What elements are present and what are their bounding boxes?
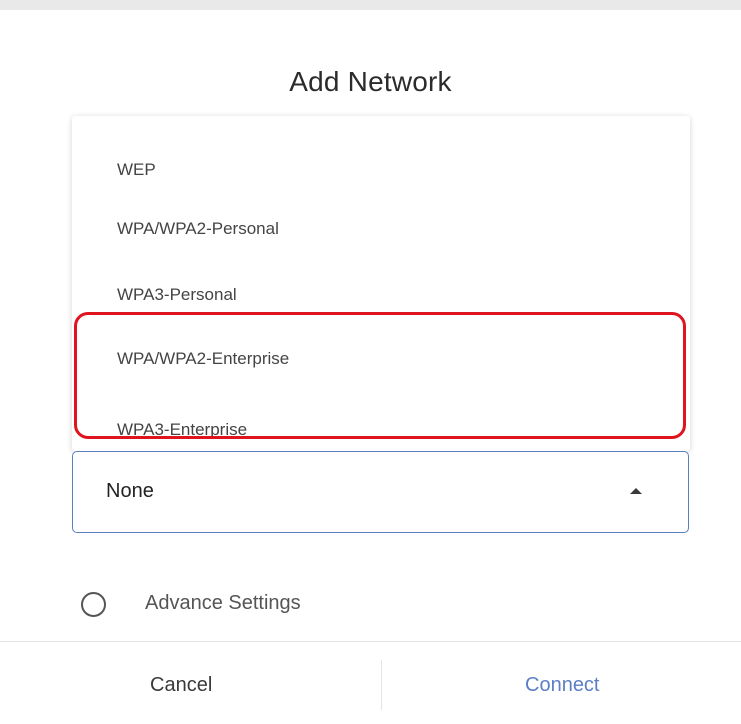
connect-button[interactable]: Connect: [525, 674, 600, 697]
arrow-up-icon: [630, 488, 642, 494]
menu-item-wpa-wpa2-enterprise[interactable]: WPA/WPA2-Enterprise: [117, 349, 289, 369]
cancel-button[interactable]: Cancel: [150, 674, 212, 697]
menu-item-wpa-wpa2-personal[interactable]: WPA/WPA2-Personal: [117, 219, 279, 239]
dialog-title: Add Network: [289, 66, 452, 97]
menu-item-wpa3-personal[interactable]: WPA3-Personal: [117, 285, 237, 305]
menu-item-wep[interactable]: WEP: [117, 160, 156, 180]
advance-settings-label: Advance Settings: [145, 592, 301, 614]
footer-divider: [0, 641, 741, 642]
security-select[interactable]: None: [72, 451, 689, 533]
security-select-value: None: [106, 480, 154, 502]
menu-item-wpa3-enterprise[interactable]: WPA3-Enterprise: [117, 420, 247, 440]
security-dropdown-menu: WEP WPA/WPA2-Personal WPA3-Personal WPA/…: [72, 116, 690, 451]
advance-settings-radio[interactable]: [81, 592, 106, 617]
footer-button-divider: [381, 660, 382, 710]
